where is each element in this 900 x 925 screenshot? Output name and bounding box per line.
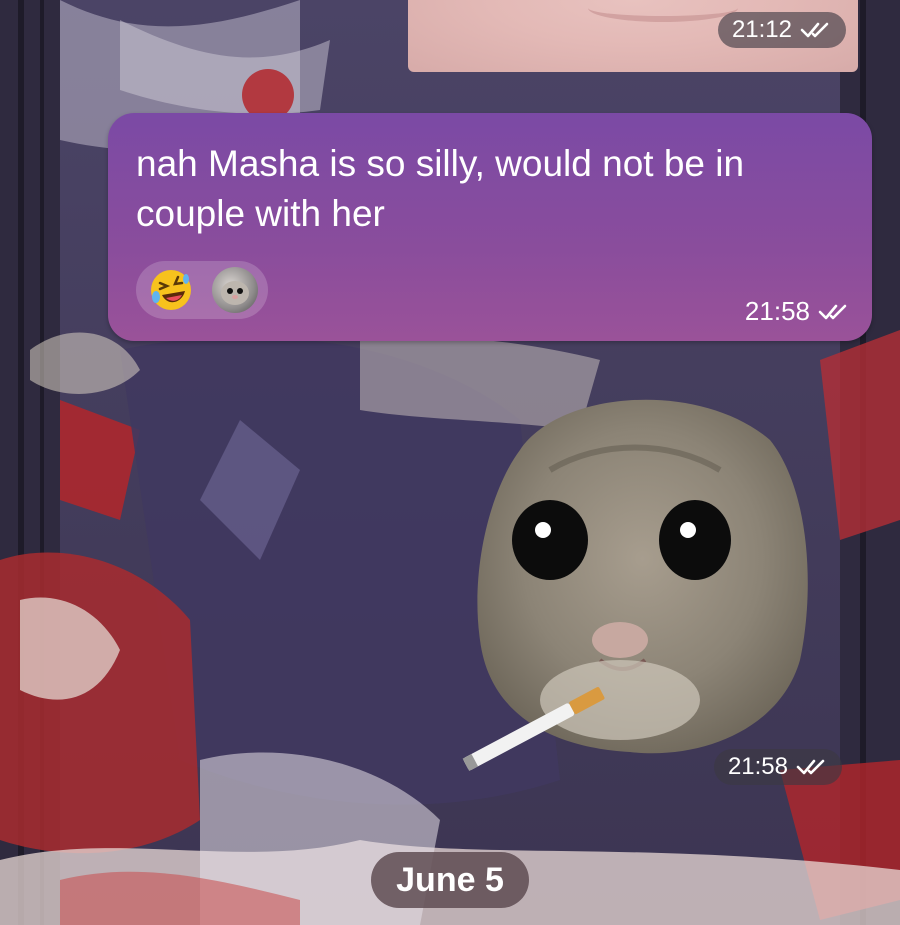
double-check-icon <box>800 22 829 38</box>
message-time: 21:58 <box>727 753 788 780</box>
double-check-icon <box>796 759 825 775</box>
sticker-message[interactable]: 21:58 <box>450 380 842 785</box>
date-separator: June 5 <box>371 852 529 908</box>
hamster-avatar <box>212 267 258 313</box>
photo-content <box>588 0 738 22</box>
outgoing-text-message[interactable]: nah Masha is so silly, would not be in c… <box>108 113 872 341</box>
sad-hamster-smoking-sticker <box>462 399 808 772</box>
reaction-pill[interactable] <box>136 261 268 319</box>
message-text: nah Masha is so silly, would not be in c… <box>136 143 745 234</box>
message-time-pill: 21:58 <box>713 749 842 785</box>
message-time: 21:12 <box>731 16 792 43</box>
message-time-pill: 21:12 <box>717 12 846 48</box>
hamster-avatar-icon <box>221 281 249 305</box>
rolling-laughing-emoji-icon <box>151 270 191 310</box>
message-meta: 21:58 <box>745 296 850 327</box>
double-check-icon <box>818 304 847 319</box>
photo-message[interactable]: 21:12 <box>408 0 858 72</box>
message-time: 21:58 <box>744 296 810 326</box>
